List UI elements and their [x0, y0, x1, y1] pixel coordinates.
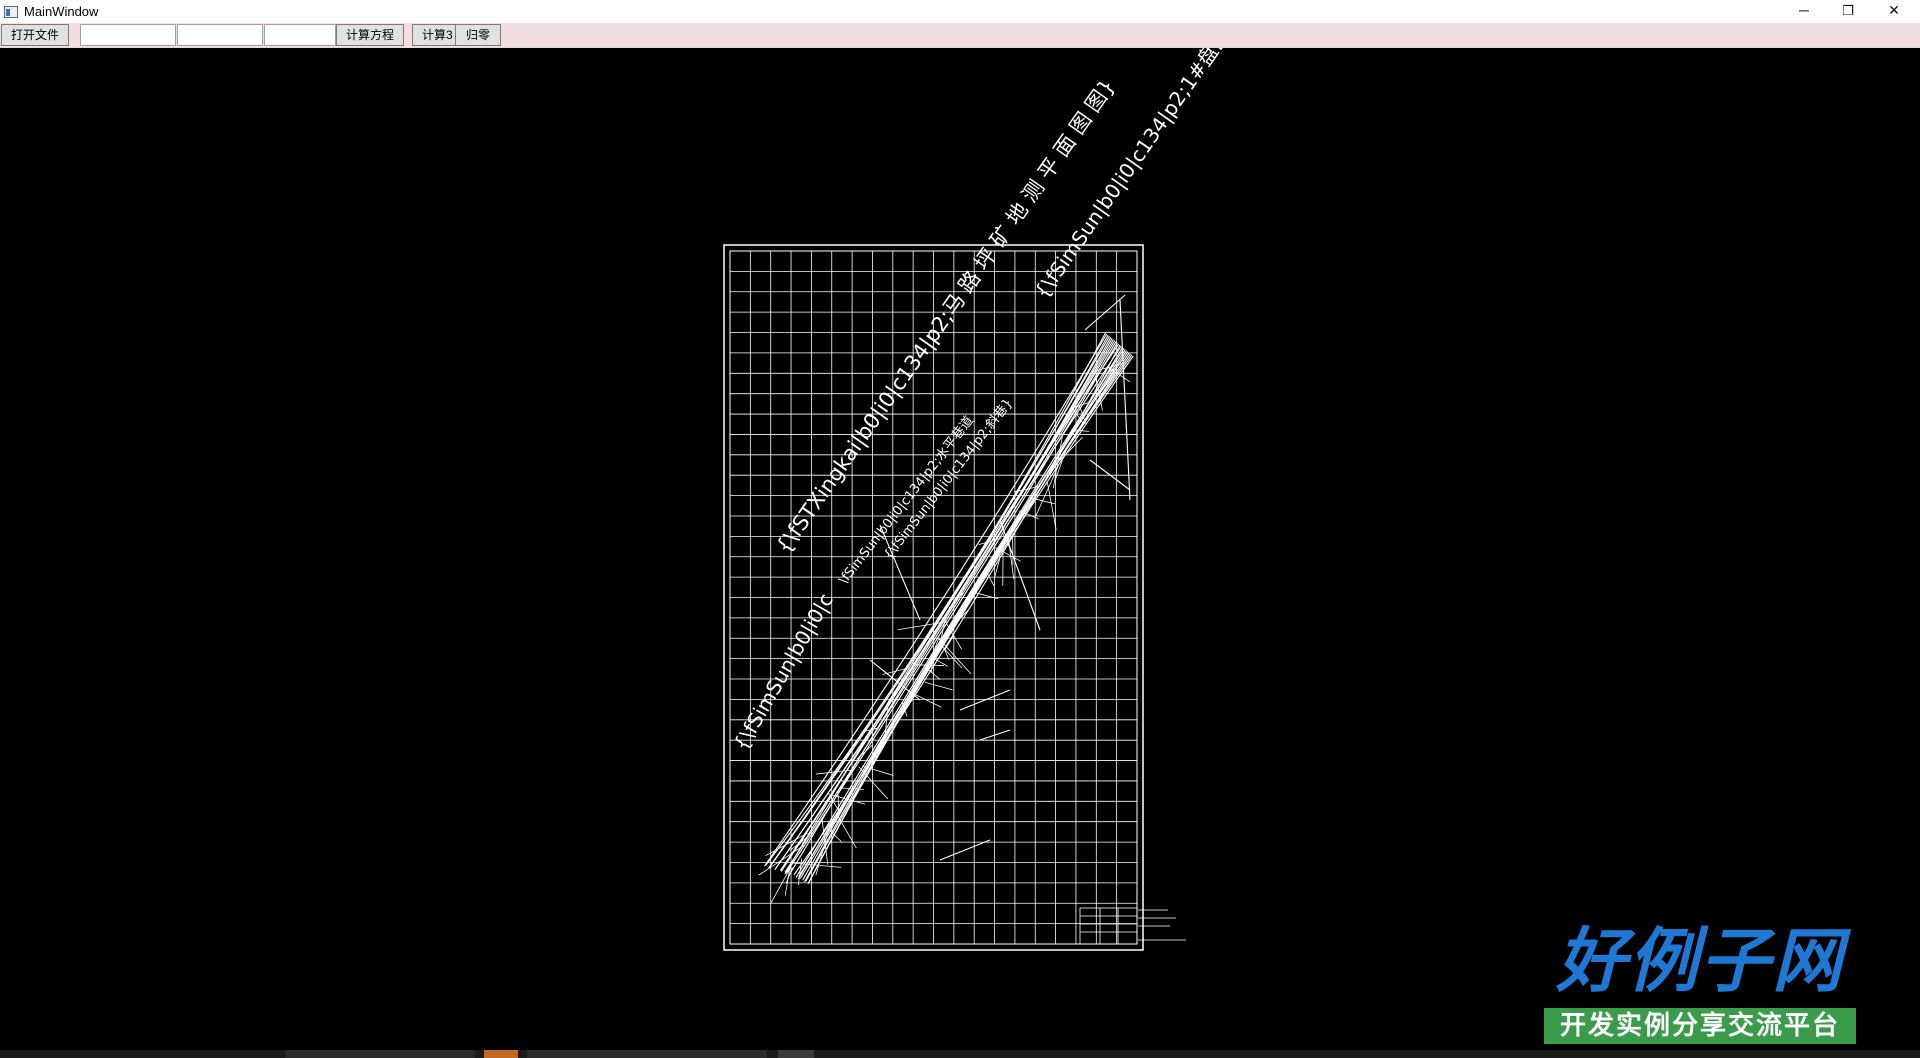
taskbar-item-4[interactable]	[778, 1050, 814, 1058]
calc-button-suffix: 3	[446, 27, 453, 42]
input-field-3[interactable]	[264, 24, 336, 46]
title-bar: MainWindow	[0, 0, 1920, 23]
coordinate-grid	[730, 251, 1137, 944]
toolbar: 打开文件 计算方程 计算3 归零	[0, 23, 1920, 48]
window-title: MainWindow	[24, 4, 99, 19]
canvas-background	[0, 48, 1920, 1050]
minimize-button[interactable]: ─	[1782, 0, 1826, 23]
close-button[interactable]: ✕	[1872, 0, 1916, 23]
cad-drawing-canvas[interactable]: {\fSTXingkai|b0|i0|c134|p2;马路 坪 矿 地 测 平 …	[0, 48, 1920, 1050]
reset-button[interactable]: 归零	[455, 24, 501, 46]
taskbar-item-1[interactable]	[285, 1050, 475, 1058]
open-file-button[interactable]: 打开文件	[1, 24, 69, 46]
taskbar-item-3[interactable]	[527, 1050, 767, 1058]
calc-button-label: 计算	[422, 27, 447, 42]
restore-button[interactable]: ❐	[1826, 0, 1870, 23]
watermark-sub-text: 开发实例分享交流平台	[1544, 1008, 1856, 1044]
app-window-icon	[4, 5, 18, 18]
calc-equation-button[interactable]: 计算方程	[336, 24, 404, 46]
watermark: 好例子网 开发实例分享交流平台	[1540, 920, 1860, 1046]
taskbar-item-2[interactable]	[484, 1050, 518, 1058]
input-field-2[interactable]	[177, 24, 263, 46]
watermark-main-text: 好例子网	[1556, 924, 1844, 1001]
input-field-1[interactable]	[80, 24, 176, 46]
calc-button[interactable]: 计算3	[412, 24, 460, 46]
